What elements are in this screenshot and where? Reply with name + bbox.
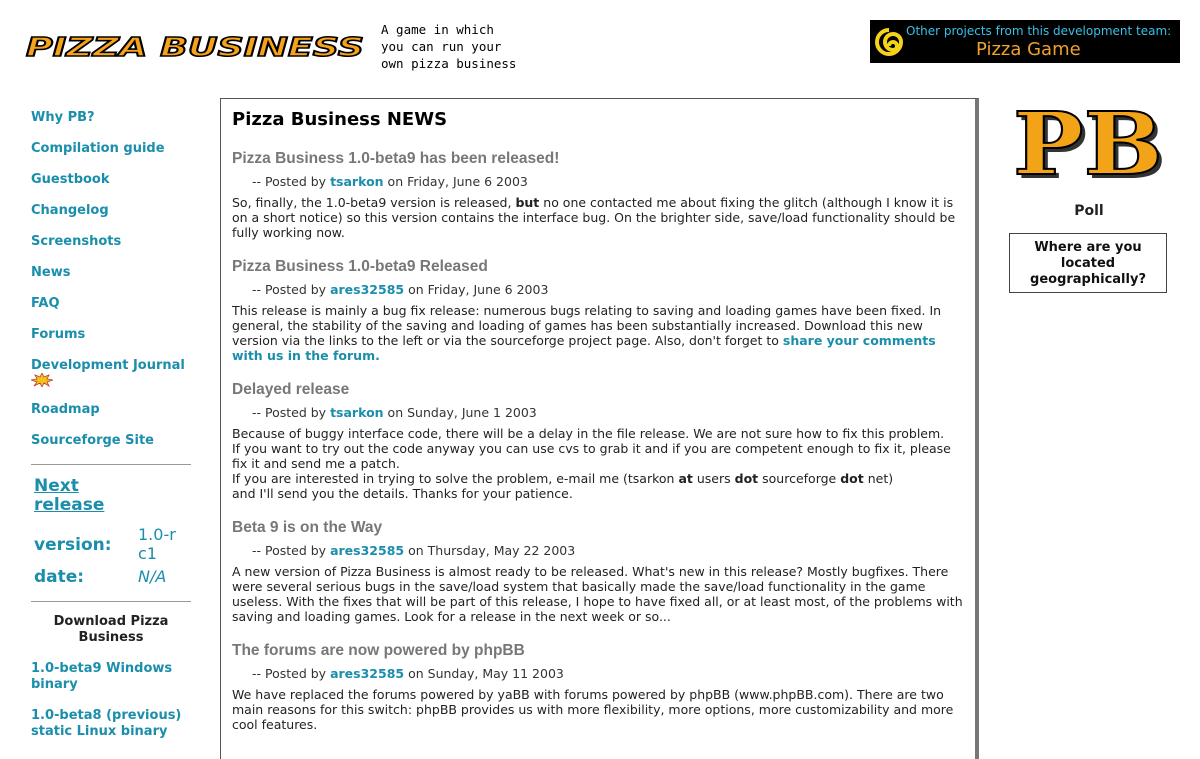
version-value: 1.0-rc1 — [138, 525, 176, 563]
post-body: Because of buggy interface code, there w… — [232, 426, 963, 501]
nav-faq[interactable]: FAQ — [31, 296, 191, 312]
post-meta: -- Posted by ares32585 on Thursday, May … — [252, 543, 963, 558]
posted-by-label: -- Posted by — [252, 405, 327, 420]
on-label: on — [408, 543, 424, 558]
posted-by-label: -- Posted by — [252, 543, 327, 558]
logo-text: PIZZA BUSINESS — [26, 34, 364, 60]
posted-by-label: -- Posted by — [252, 282, 327, 297]
post-title: Beta 9 is on the Way — [232, 519, 383, 536]
post-text: net) — [867, 471, 894, 486]
news-post: Pizza Business 1.0-beta9 has been releas… — [232, 150, 963, 240]
poll-heading: Poll — [1074, 203, 1104, 219]
poll-question: Where are you located geographically? — [1030, 240, 1146, 287]
news-post: Beta 9 is on the Way -- Posted by ares32… — [232, 519, 963, 624]
next-release-table: version: 1.0-rc1 date: N/A — [34, 525, 178, 587]
post-author[interactable]: tsarkon — [330, 405, 383, 420]
news-heading: Pizza Business NEWS — [232, 109, 448, 130]
nav-sourceforge-site[interactable]: Sourceforge Site — [31, 433, 191, 449]
pizza-business-logo[interactable]: PIZZA BUSINESS — [24, 32, 369, 64]
nav-news[interactable]: News — [31, 265, 191, 281]
post-date: Sunday, May 11 2003 — [427, 666, 564, 681]
post-meta: -- Posted by tsarkon on Friday, June 6 2… — [252, 174, 963, 189]
banner-title[interactable]: Pizza Game — [976, 39, 1081, 60]
on-label: on — [387, 405, 404, 420]
post-date: Thursday, May 22 2003 — [427, 543, 576, 558]
posted-by-label: -- Posted by — [252, 666, 327, 681]
post-emphasis: dot — [734, 471, 759, 486]
swirl-icon — [875, 28, 904, 56]
on-label: on — [408, 666, 424, 681]
new-burst-icon — [31, 373, 53, 387]
post-author[interactable]: ares32585 — [330, 543, 404, 558]
download-beta9-windows[interactable]: 1.0-beta9 Windows binary — [31, 661, 191, 693]
download-heading: Download Pizza Business — [53, 614, 169, 645]
post-text: If you are interested in trying to solve… — [232, 471, 675, 486]
nav-divider — [31, 601, 191, 602]
post-text: If you are interested in trying to solve… — [232, 471, 963, 486]
date-label: date: — [34, 567, 85, 587]
post-body: This release is mainly a bug fix release… — [232, 303, 963, 363]
nav-compilation-guide[interactable]: Compilation guide — [31, 141, 191, 157]
pb-logo: PB PB — [1011, 93, 1169, 199]
post-text: So, finally, the 1.0-beta9 version is re… — [232, 195, 512, 210]
post-date: Friday, June 6 2003 — [427, 282, 549, 297]
posted-by-label: -- Posted by — [252, 174, 327, 189]
tagline-line: A game in which — [381, 22, 494, 37]
on-label: on — [387, 174, 404, 189]
post-body: So, finally, the 1.0-beta9 version is re… — [232, 195, 963, 240]
nav-roadmap[interactable]: Roadmap — [31, 402, 191, 418]
nav-why-pb[interactable]: Why PB? — [31, 110, 191, 126]
tagline-line: own pizza business — [381, 56, 517, 71]
post-text: users — [696, 471, 731, 486]
post-text: Because of buggy interface code, there w… — [232, 426, 945, 441]
post-text: sourceforge — [762, 471, 837, 486]
post-emphasis: but — [515, 195, 540, 210]
post-date: Friday, June 6 2003 — [407, 174, 528, 189]
post-author[interactable]: tsarkon — [330, 174, 383, 189]
post-title: Delayed release — [232, 381, 350, 398]
post-emphasis: dot — [840, 471, 864, 486]
nav-guestbook[interactable]: Guestbook — [31, 172, 191, 188]
nav-changelog[interactable]: Changelog — [31, 203, 191, 219]
post-emphasis: at — [678, 471, 693, 486]
post-text: and I'll send you the details. Thanks fo… — [232, 486, 573, 501]
banner-caption: Other projects from this development tea… — [906, 24, 1172, 38]
on-label: on — [408, 282, 424, 297]
download-beta8-linux[interactable]: 1.0-beta8 (previous) static Linux binary — [31, 708, 191, 740]
version-label: version: — [34, 535, 112, 555]
post-text: If you want to try out the code anyway y… — [232, 441, 951, 471]
nav-divider — [31, 464, 191, 465]
nav-development-journal[interactable]: Development Journal — [31, 358, 191, 374]
post-body: We have replaced the forums powered by y… — [232, 687, 954, 732]
post-body: A new version of Pizza Business is almos… — [232, 564, 963, 624]
post-meta: -- Posted by ares32585 on Sunday, May 11… — [252, 666, 963, 681]
next-release-panel: Next release version: 1.0-rc1 date: N/A — [34, 477, 191, 588]
post-date: Sunday, June 1 2003 — [407, 405, 537, 420]
news-post: Delayed release -- Posted by tsarkon on … — [232, 381, 963, 501]
post-title: The forums are now powered by phpBB — [232, 642, 525, 659]
tagline-line: you can run your — [381, 39, 502, 54]
post-author[interactable]: ares32585 — [330, 282, 404, 297]
pb-logo-text: PB — [1013, 100, 1163, 188]
left-nav: Why PB? Compilation guide Guestbook Chan… — [31, 110, 191, 755]
post-meta: -- Posted by tsarkon on Sunday, June 1 2… — [252, 405, 963, 420]
post-title: Pizza Business 1.0-beta9 Released — [232, 258, 488, 275]
post-author[interactable]: ares32585 — [330, 666, 404, 681]
nav-screenshots[interactable]: Screenshots — [31, 234, 191, 250]
news-post: The forums are now powered by phpBB -- P… — [232, 642, 963, 732]
news-panel: Pizza Business NEWS Pizza Business 1.0-b… — [220, 98, 979, 759]
pizza-game-banner[interactable]: Other projects from this development tea… — [870, 20, 1180, 63]
post-meta: -- Posted by ares32585 on Friday, June 6… — [252, 282, 963, 297]
nav-forums[interactable]: Forums — [31, 327, 191, 343]
post-title: Pizza Business 1.0-beta9 has been releas… — [232, 150, 560, 167]
tagline: A game in which you can run your own piz… — [381, 21, 551, 72]
poll-question-box[interactable]: Where are you located geographically? — [1009, 233, 1167, 293]
next-release-link[interactable]: Next release — [34, 477, 114, 515]
news-post: Pizza Business 1.0-beta9 Released -- Pos… — [232, 258, 963, 363]
date-value: N/A — [138, 567, 167, 586]
